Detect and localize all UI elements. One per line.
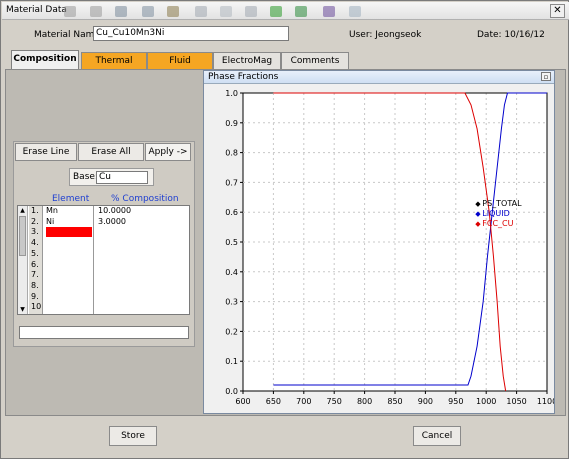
element-cell[interactable] [46,292,92,302]
undo-icon[interactable] [195,6,207,17]
apply-button[interactable]: Apply -> [145,143,191,161]
element-cell[interactable] [46,249,92,259]
legend-marker-icon: ◆ [475,210,481,218]
copy-icon[interactable] [220,6,232,17]
y-tick-label: 0.7 [225,178,238,187]
legend-marker-icon: ◆ [475,200,481,208]
element-cell[interactable] [46,302,92,312]
x-tick-label: 1000 [476,397,496,406]
phase-fractions-titlebar: Phase Fractions ▫ [204,71,554,84]
y-tick-label: 0.0 [225,387,238,396]
x-tick-label: 950 [448,397,463,406]
percent-cell[interactable]: 10.0000 [98,206,131,215]
store-button[interactable]: Store [109,426,157,446]
y-tick-label: 0.9 [225,119,238,128]
x-tick-label: 800 [357,397,372,406]
title-bar: Material Data ✕ [2,2,569,20]
x-tick-label: 750 [327,397,342,406]
tab-comments[interactable]: Comments [281,52,349,69]
scroll-up-icon[interactable]: ▲ [18,206,27,215]
legend-label: FCC_CU [482,219,513,228]
material-name-field[interactable]: Cu_Cu10Mn3Ni [93,26,289,41]
scroll-thumb[interactable] [19,216,26,256]
row-number: 2. [31,216,39,226]
composition-grid: ▲ ▼ 1. Mn 10.0000 2. Ni 3.0000 3. 4. 5. 6. 7. 8. 9. 1… [17,205,190,315]
y-tick-label: 0.6 [225,208,238,217]
green-box-2-icon[interactable] [295,6,307,17]
check-icon[interactable] [349,6,361,17]
x-tick-label: 700 [296,397,311,406]
tab-electromag[interactable]: ElectroMag [213,52,281,69]
row-number: 7. [31,270,39,280]
paste-icon[interactable] [245,6,257,17]
y-tick-label: 1.0 [225,89,238,98]
row-number: 6. [31,259,39,269]
percent-cell[interactable]: 3.0000 [98,217,126,226]
legend-label: PS_TOTAL [482,199,522,208]
row-number: 8. [31,280,39,290]
move-icon[interactable] [142,6,154,17]
image-icon[interactable] [167,6,179,17]
scroll-down-icon[interactable]: ▼ [18,305,27,314]
column-divider [93,206,94,314]
row-number: 4. [31,238,39,248]
material-data-window: Material Data ✕ Material Name: Cu_Cu10Mn… [0,0,569,459]
x-tick-label: 650 [266,397,281,406]
element-cell[interactable] [46,270,92,280]
y-tick-label: 0.3 [225,298,238,307]
cancel-button[interactable]: Cancel [413,426,461,446]
base-label: Base: [73,172,98,182]
tab-composition[interactable]: Composition [11,50,79,70]
erase-line-button[interactable]: Erase Line [15,143,77,161]
x-tick-label: 900 [418,397,433,406]
composition-panel: Erase Line Erase All Apply -> Base: Cu E… [13,141,195,347]
user-label: User: Jeongseok [349,30,422,40]
forward-icon[interactable] [90,6,102,17]
phase-fractions-title: Phase Fractions [208,72,279,82]
x-tick-label: 850 [387,397,402,406]
status-field[interactable] [19,326,189,339]
tab-fluid[interactable]: Fluid [147,52,213,69]
y-tick-label: 0.8 [225,149,238,158]
window-title: Material Data [6,5,67,15]
element-cell[interactable] [46,281,92,291]
phase-fractions-window: Phase Fractions ▫ 600 650 700 750 800 850 900 9… [203,70,555,414]
phase-fractions-chart: 600 650 700 750 800 850 900 950 1000 1050 1100 0.0 0… [225,89,554,406]
cross-icon[interactable] [115,6,127,17]
green-box-icon[interactable] [270,6,282,17]
percent-header: % Composition [111,194,179,204]
erase-all-button[interactable]: Erase All [78,143,144,161]
close-button[interactable]: ✕ [550,4,565,18]
x-tick-label: 1100 [537,397,554,406]
element-cell[interactable] [46,260,92,270]
y-tick-label: 0.4 [225,268,238,277]
element-header: Element [52,194,90,204]
legend-label: LIQUID [482,209,510,218]
y-tick-label: 0.2 [225,327,238,336]
row-number: 3. [31,227,39,237]
row-number: 10 [31,302,42,312]
base-input[interactable]: Cu [96,171,148,184]
x-tick-label: 600 [235,397,250,406]
back-icon[interactable] [64,6,76,17]
date-label: Date: 10/16/12 [477,30,545,40]
element-cell[interactable] [46,238,92,248]
row-number: 9. [31,291,39,301]
y-tick-label: 0.1 [225,357,238,366]
y-tick-label: 0.5 [225,238,238,247]
x-tick-label: 1050 [506,397,526,406]
purple-icon[interactable] [323,6,335,17]
restore-icon[interactable]: ▫ [541,72,551,81]
element-cell[interactable]: Mn [46,206,92,216]
element-cell[interactable] [46,227,92,238]
row-number: 5. [31,248,39,258]
element-cell[interactable]: Ni [46,217,92,227]
legend-marker-icon: ◆ [475,220,481,228]
grid-scrollbar[interactable]: ▲ ▼ [18,206,28,314]
base-box: Base: Cu [69,168,154,186]
row-number: 1. [31,206,39,215]
tab-thermal[interactable]: Thermal [81,52,147,69]
